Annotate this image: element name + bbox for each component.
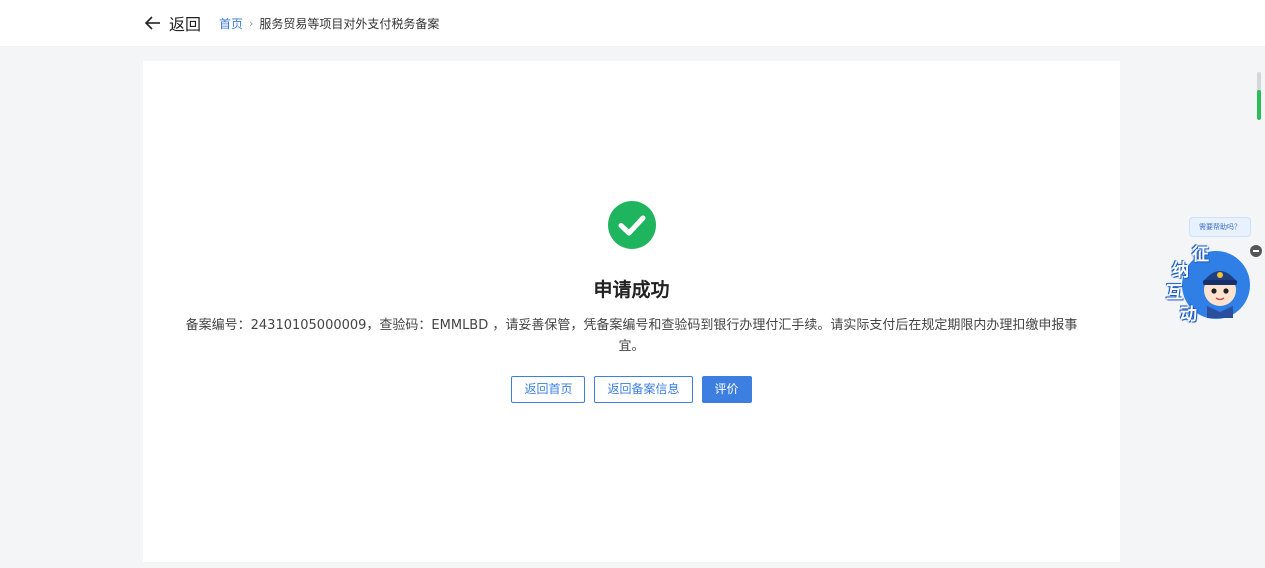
assistant-widget[interactable]: 征 纳 互 动: [1163, 238, 1253, 326]
assistant-char-4: 动: [1180, 305, 1197, 325]
success-message: 备案编号：24310105000009，查验码：EMMLBD ，请妥善保管，凭备…: [185, 318, 1078, 354]
arrow-left-icon: [144, 16, 160, 30]
success-title: 申请成功: [593, 279, 670, 301]
help-bubble[interactable]: 需要帮助吗？: [1189, 217, 1251, 237]
assistant-char-1: 征: [1192, 245, 1209, 265]
rate-button[interactable]: 评价: [701, 376, 752, 403]
check-circle-icon: [608, 201, 656, 249]
back-label: 返回: [169, 15, 202, 34]
scrollbar[interactable]: [1257, 72, 1261, 120]
top-bar: 返回 首页 › 服务贸易等项目对外支付税务备案: [0, 0, 1265, 46]
back-record-info-button[interactable]: 返回备案信息: [594, 376, 693, 403]
breadcrumb-current: 服务贸易等项目对外支付税务备案: [259, 16, 440, 31]
breadcrumb-home-link[interactable]: 首页: [219, 15, 243, 32]
breadcrumb-separator: ›: [249, 16, 254, 30]
result-card: 申请成功 备案编号：24310105000009，查验码：EMMLBD ，请妥善…: [143, 61, 1120, 562]
back-button[interactable]: 返回: [144, 11, 201, 35]
scrollbar-thumb[interactable]: [1257, 90, 1261, 120]
action-bar: 返回首页 返回备案信息 评价: [143, 376, 1120, 403]
breadcrumb: 首页 › 服务贸易等项目对外支付税务备案: [219, 15, 439, 31]
back-home-button[interactable]: 返回首页: [511, 376, 586, 403]
